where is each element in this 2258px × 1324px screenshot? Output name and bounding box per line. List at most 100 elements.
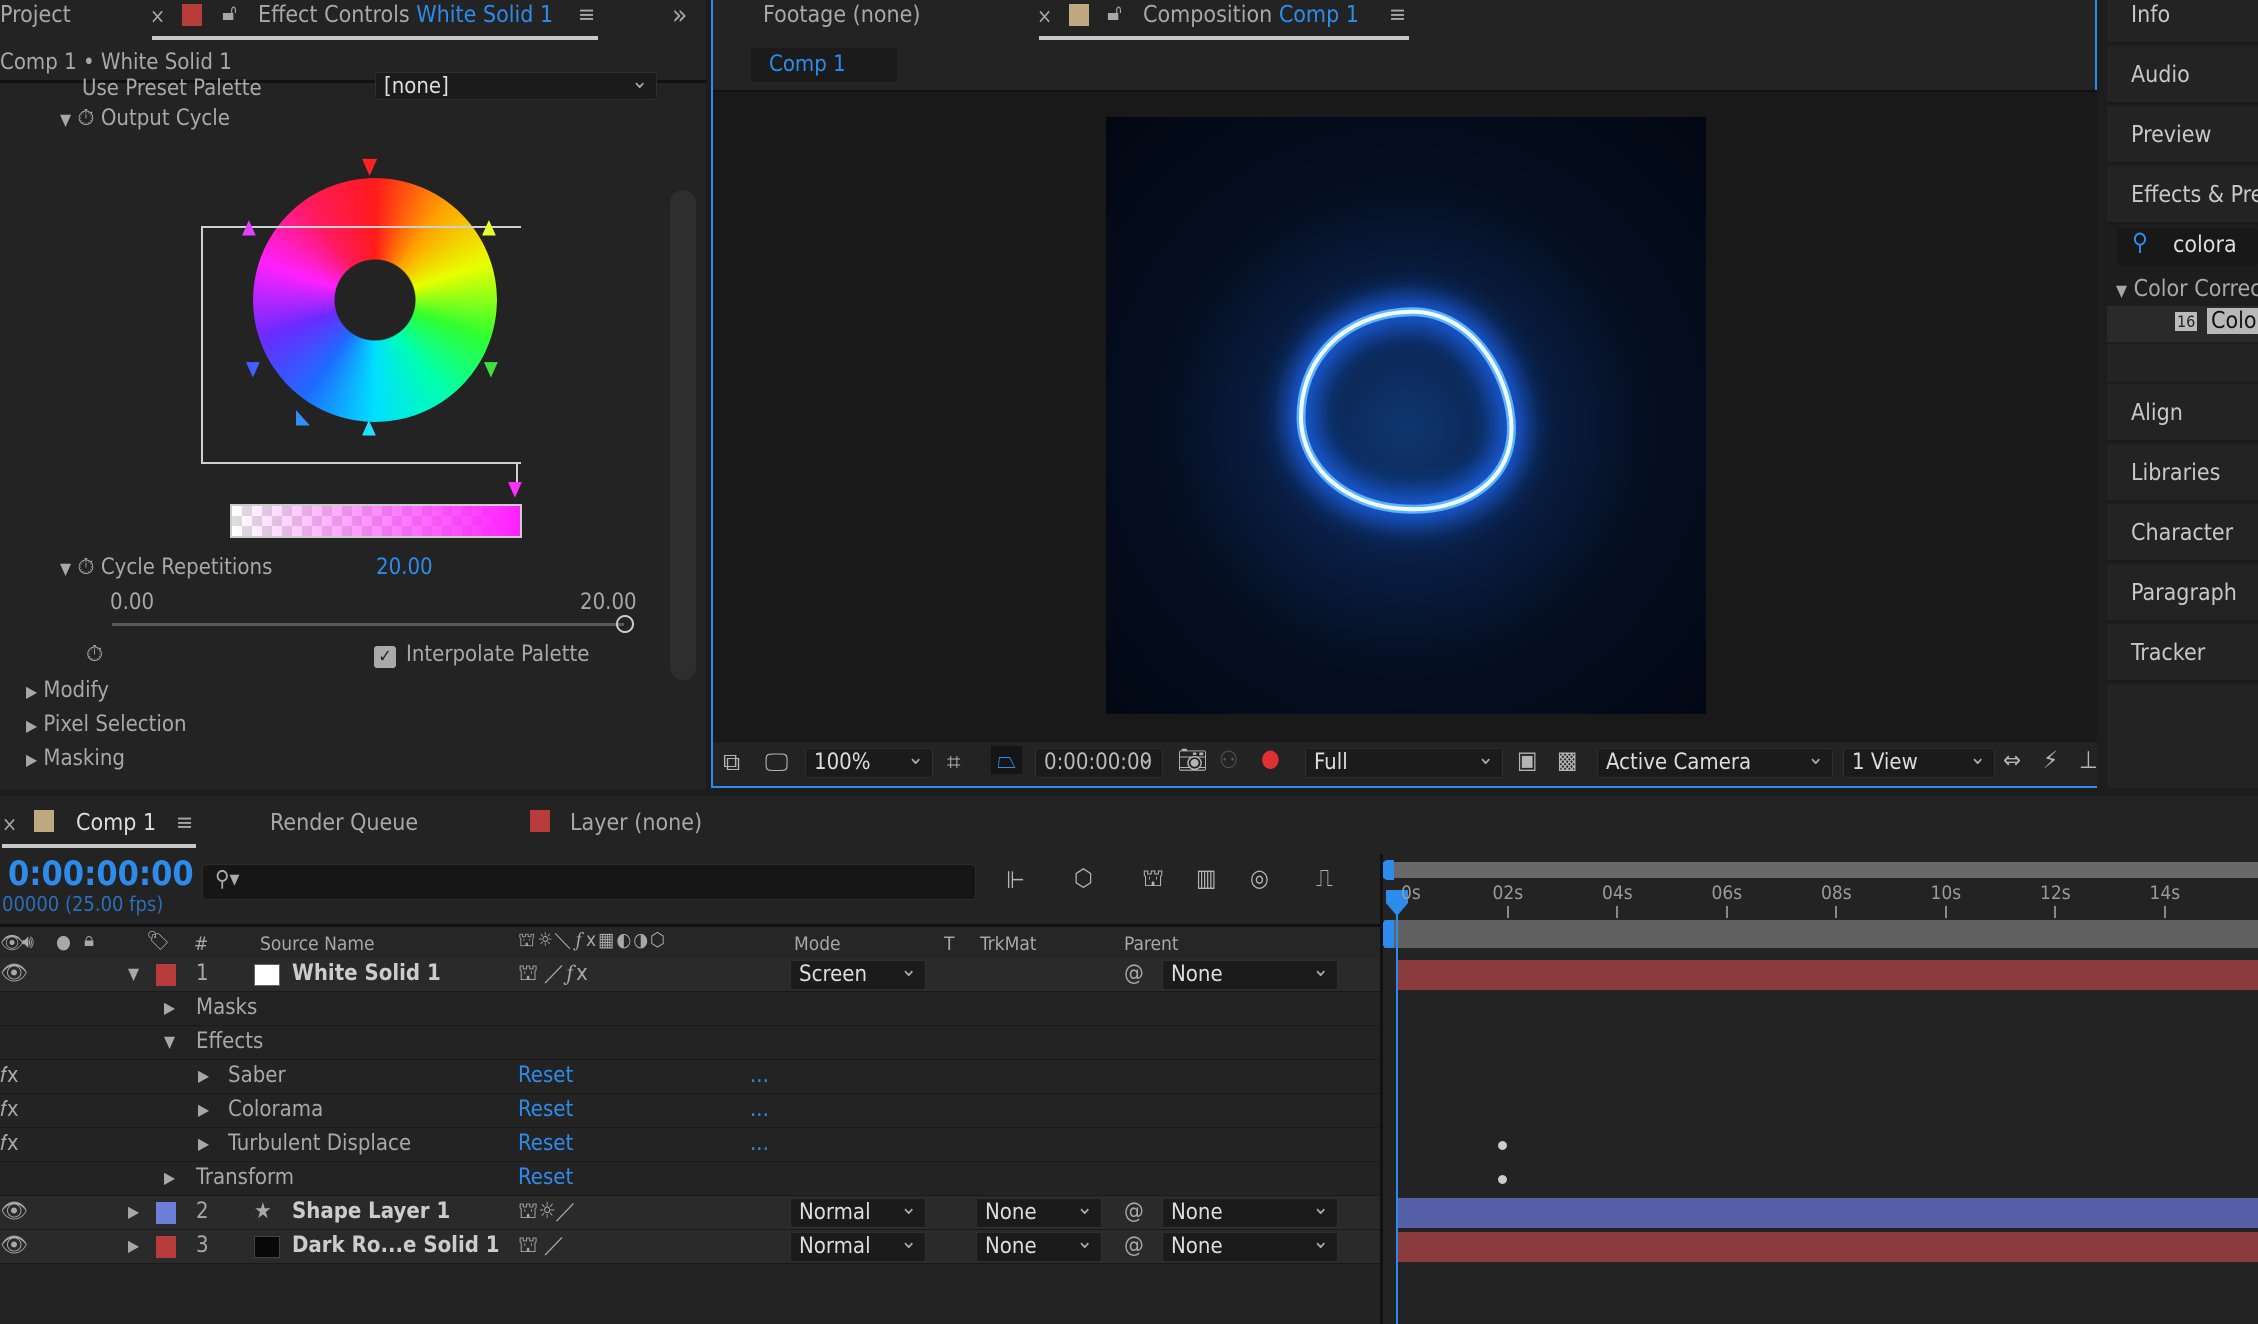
parent-dropdown[interactable]: None — [1162, 1229, 1338, 1262]
panel-audio[interactable]: Audio — [2107, 46, 2258, 104]
reset-link[interactable]: Reset — [518, 1063, 573, 1088]
more-link[interactable]: ... — [750, 1097, 769, 1122]
channels-icon[interactable]: ● — [1261, 744, 1280, 772]
close-icon[interactable]: × — [1037, 4, 1052, 28]
tab-layer[interactable]: Layer (none) — [570, 810, 702, 836]
cycle-repetitions-value[interactable]: 20.00 — [376, 555, 433, 580]
panel-character[interactable]: Character — [2107, 504, 2258, 562]
work-area-range[interactable] — [1384, 920, 2258, 948]
visibility-icon[interactable]: 👁︎ — [0, 1233, 28, 1258]
mode-dropdown[interactable]: Normal — [790, 1229, 926, 1262]
cycle-slider-track[interactable] — [112, 623, 624, 626]
category-color-correction[interactable]: ▼ Color Correction — [2116, 276, 2258, 302]
palette-handle-blue2[interactable]: ◣ — [296, 404, 310, 428]
graph-editor-icon[interactable]: ⎍ — [1316, 864, 1333, 892]
column-trkmat[interactable]: TrkMat — [980, 933, 1037, 955]
tab-footage[interactable]: Footage (none) — [763, 2, 920, 28]
palette-handle-green[interactable]: ▼ — [484, 356, 498, 380]
current-time-field[interactable]: 0:00:00:00 — [1035, 745, 1163, 778]
panel-preview[interactable]: Preview — [2107, 106, 2258, 164]
motion-blur-icon[interactable]: ◎ — [1250, 864, 1269, 892]
layer-name[interactable]: Dark Ro...e Solid 1 — [292, 1233, 500, 1258]
camera-dropdown[interactable]: Active Camera — [1597, 745, 1833, 778]
monitor-icon[interactable]: 🖵︎ — [765, 748, 788, 776]
mask-path-icon[interactable]: ⏢ — [991, 746, 1023, 774]
parent-dropdown[interactable]: None — [1162, 957, 1338, 990]
zoom-dropdown[interactable]: 100% — [805, 745, 933, 778]
overflow-icon[interactable]: » — [672, 0, 687, 31]
switches[interactable]: ⛫ ⟋ — [518, 1233, 563, 1261]
label-swatch[interactable] — [156, 1236, 176, 1258]
label-swatch[interactable] — [156, 1202, 176, 1224]
expand-triangle-icon[interactable]: ▼ — [128, 964, 139, 983]
output-cycle-row[interactable]: ▼ ⏱︎ Output Cycle — [60, 106, 230, 131]
transform-row[interactable]: ▶ Transform Reset — [0, 1162, 1380, 1196]
pixel-aspect-icon[interactable]: ⇔ — [2003, 746, 2021, 774]
group-masking[interactable]: ▶ Masking — [26, 746, 125, 771]
pickwhip-icon[interactable]: @ — [1124, 961, 1144, 986]
reset-link[interactable]: Reset — [518, 1097, 573, 1122]
layer-row-3[interactable]: 👁︎ ▶ 3 Dark Ro...e Solid 1 ⛫ ⟋ Normal No… — [0, 1229, 1380, 1264]
lock-icon[interactable]: 🔓︎ — [1107, 0, 1122, 26]
parent-dropdown[interactable]: None — [1162, 1195, 1338, 1228]
stopwatch-icon[interactable]: ⏱︎ — [77, 106, 94, 131]
close-icon[interactable]: × — [2, 812, 17, 836]
collapse-triangle-icon[interactable]: ▼ — [60, 110, 71, 129]
layer-row-2[interactable]: 👁︎ ▶ 2 ★ Shape Layer 1 ⛫☼⟋ Normal None @… — [0, 1195, 1380, 1230]
alpha-ramp[interactable] — [230, 504, 522, 538]
comp-frame[interactable] — [1106, 117, 1706, 714]
always-preview-icon[interactable]: ⧉ — [723, 748, 740, 776]
label-swatch[interactable] — [156, 964, 176, 986]
mode-dropdown[interactable]: Screen — [790, 957, 926, 990]
tab-project[interactable]: Project — [0, 2, 71, 28]
palette-handle-magenta[interactable]: ▲ — [242, 214, 256, 238]
panel-menu-icon[interactable]: ≡ — [1389, 2, 1406, 28]
layer-bar-2[interactable] — [1398, 1198, 2258, 1228]
tab-effect-controls[interactable]: Effect Controls White Solid 1 — [258, 2, 553, 28]
snapshot-camera-icon[interactable]: 📷︎ — [1177, 746, 1207, 774]
column-source-name[interactable]: Source Name — [260, 933, 375, 955]
palette-handle-yellow[interactable]: ▲ — [482, 214, 496, 238]
preset-palette-dropdown[interactable]: [none] — [375, 69, 657, 100]
panel-menu-icon[interactable]: ≡ — [176, 810, 193, 836]
layer-name[interactable]: White Solid 1 — [292, 961, 441, 986]
trkmat-dropdown[interactable]: None — [976, 1195, 1102, 1228]
layer-name[interactable]: Shape Layer 1 — [292, 1199, 450, 1224]
current-time-display[interactable]: 0:00:00:00 — [8, 854, 194, 894]
collapse-triangle-icon[interactable]: ▼ — [60, 559, 71, 578]
keyframe[interactable] — [1498, 1141, 1507, 1150]
visibility-icon[interactable]: 👁︎ — [0, 961, 28, 986]
column-mode[interactable]: Mode — [794, 933, 841, 955]
stopwatch-icon[interactable]: ⏱︎ — [77, 555, 94, 580]
draft-3d-icon[interactable]: ⬡ — [1074, 864, 1093, 892]
effect-turbulent-displace-row[interactable]: 𝑓x ▶ Turbulent Displace Reset... — [0, 1128, 1380, 1162]
group-modify[interactable]: ▶ Modify — [26, 678, 109, 703]
switches[interactable]: ⛫☼⟋ — [518, 1199, 575, 1227]
resolution-dropdown[interactable]: Full — [1305, 745, 1503, 778]
lock-icon[interactable]: 🔓︎ — [222, 0, 237, 26]
effect-saber-row[interactable]: 𝑓x ▶ Saber Reset... — [0, 1060, 1380, 1094]
panel-libraries[interactable]: Libraries — [2107, 444, 2258, 502]
layer-row-1[interactable]: 👁︎ ▼ 1 White Solid 1 ⛫ ⟋𝑓x Screen @ None — [0, 957, 1380, 992]
pickwhip-icon[interactable]: @ — [1124, 1233, 1144, 1258]
expand-triangle-icon[interactable]: ▶ — [128, 1236, 139, 1255]
interpolate-palette-checkbox[interactable]: ✓ — [374, 646, 396, 668]
palette-handle-cyan[interactable]: ▲ — [362, 414, 376, 438]
alpha-handle[interactable]: ▼ — [508, 476, 522, 500]
group-pixel-selection[interactable]: ▶ Pixel Selection — [26, 712, 187, 737]
view-layout-dropdown[interactable]: 1 View — [1843, 745, 1995, 778]
expand-triangle-icon[interactable]: ▶ — [128, 1202, 139, 1221]
trkmat-dropdown[interactable]: None — [976, 1229, 1102, 1262]
palette-handle-red[interactable]: ▼ — [362, 154, 377, 179]
tab-render-queue[interactable]: Render Queue — [270, 810, 418, 836]
timeline-icon[interactable]: ⊥ — [2079, 746, 2098, 774]
effect-colorama-row[interactable]: 𝑓x ▶ Colorama Reset... — [0, 1094, 1380, 1128]
effect-result-colorama[interactable]: 16 Colorama — [2107, 306, 2258, 342]
masks-row[interactable]: ▶ Masks — [0, 992, 1380, 1026]
panel-effects-presets[interactable]: Effects & Presets — [2107, 166, 2258, 224]
scrollbar[interactable] — [670, 190, 696, 680]
transparency-grid-icon[interactable]: ▩ — [1557, 746, 1577, 774]
tab-composition[interactable]: Composition Comp 1 — [1143, 2, 1359, 28]
reset-link[interactable]: Reset — [518, 1131, 573, 1156]
layer-bar-3[interactable] — [1398, 1232, 2258, 1262]
